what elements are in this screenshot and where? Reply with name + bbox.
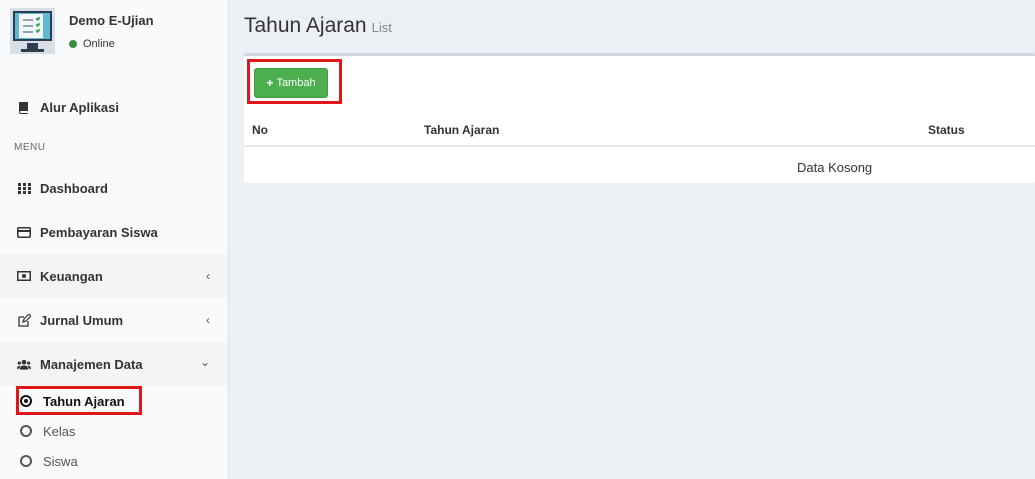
sidebar-item-label: Keuangan <box>40 268 103 284</box>
circle-icon <box>20 455 32 467</box>
table-header-divider <box>244 145 1035 147</box>
circle-icon <box>20 425 32 437</box>
empty-table-message: Data Kosong <box>797 160 873 175</box>
sidebar-subitem-label: Siswa <box>43 453 78 469</box>
user-name: Demo E-Ujian <box>69 13 154 28</box>
grid-icon <box>17 181 31 195</box>
page-title-text: Tahun Ajaran <box>244 14 367 37</box>
chevron-down-icon: ⌄ <box>199 355 210 369</box>
book-icon <box>17 100 31 114</box>
menu-header: MENU <box>14 142 46 153</box>
highlight-box-tahun-ajaran <box>16 386 142 415</box>
credit-card-icon <box>17 225 31 239</box>
online-dot-icon <box>69 40 77 48</box>
sidebar-item-jurnal-umum[interactable]: Jurnal Umum ‹ <box>0 298 228 342</box>
sidebar: Demo E-Ujian Online Alur Aplikasi MENU D… <box>0 0 229 479</box>
column-header-tahun-ajaran: Tahun Ajaran <box>424 123 500 137</box>
page-title: Tahun Ajaran List <box>244 14 392 38</box>
sidebar-subitem-label: Kelas <box>43 423 76 439</box>
sidebar-item-label: Manajemen Data <box>40 356 143 372</box>
money-icon <box>17 269 31 283</box>
sidebar-item-keuangan[interactable]: Keuangan ‹ <box>0 254 228 298</box>
sidebar-subitem-siswa[interactable]: Siswa <box>0 447 228 475</box>
user-status: Online <box>69 38 115 50</box>
sidebar-item-pembayaran-siswa[interactable]: Pembayaran Siswa <box>0 210 228 254</box>
highlight-box-add-button <box>247 59 342 104</box>
avatar <box>10 8 55 54</box>
column-header-status: Status <box>928 123 965 137</box>
sidebar-item-label: Dashboard <box>40 180 108 196</box>
sidebar-item-alur-aplikasi[interactable]: Alur Aplikasi <box>0 85 228 129</box>
sidebar-subitem-kelas[interactable]: Kelas <box>0 417 228 445</box>
sidebar-item-label: Pembayaran Siswa <box>40 224 158 240</box>
chevron-left-icon: ‹ <box>206 313 210 327</box>
chevron-left-icon: ‹ <box>206 269 210 283</box>
sidebar-item-label: Jurnal Umum <box>40 312 124 328</box>
users-icon <box>17 357 31 371</box>
sidebar-item-dashboard[interactable]: Dashboard <box>0 166 228 210</box>
user-panel: Demo E-Ujian Online <box>0 0 229 70</box>
page-subtitle: List <box>371 20 392 35</box>
sidebar-item-manajemen-data[interactable]: Manajemen Data ⌄ <box>0 342 228 386</box>
edit-icon <box>17 313 31 327</box>
data-box: + Tambah No Tahun Ajaran Status Data Kos… <box>244 53 1035 183</box>
sidebar-item-label: Alur Aplikasi <box>40 99 119 115</box>
user-status-label: Online <box>83 38 115 50</box>
column-header-no: No <box>252 123 268 137</box>
